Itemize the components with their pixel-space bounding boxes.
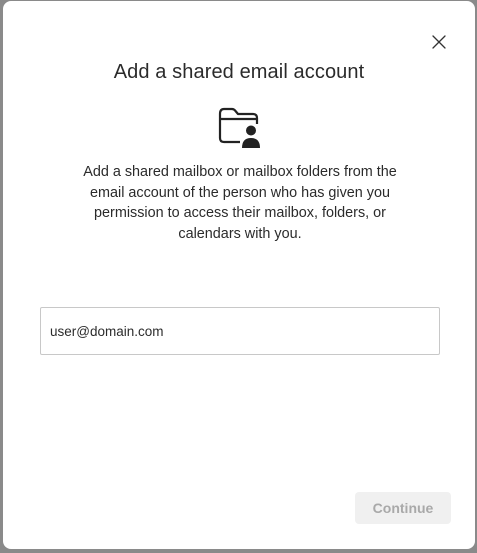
dialog-title: Add a shared email account — [113, 61, 365, 83]
close-button[interactable] — [428, 31, 450, 53]
add-shared-account-dialog: Add a shared email account Add a shared … — [3, 1, 475, 549]
dialog-description: Add a shared mailbox or mailbox folders … — [83, 164, 397, 242]
continue-button[interactable]: Continue — [355, 492, 451, 524]
close-icon — [432, 35, 446, 49]
shared-folder-person-icon — [218, 107, 260, 148]
email-address-input[interactable] — [40, 307, 440, 355]
